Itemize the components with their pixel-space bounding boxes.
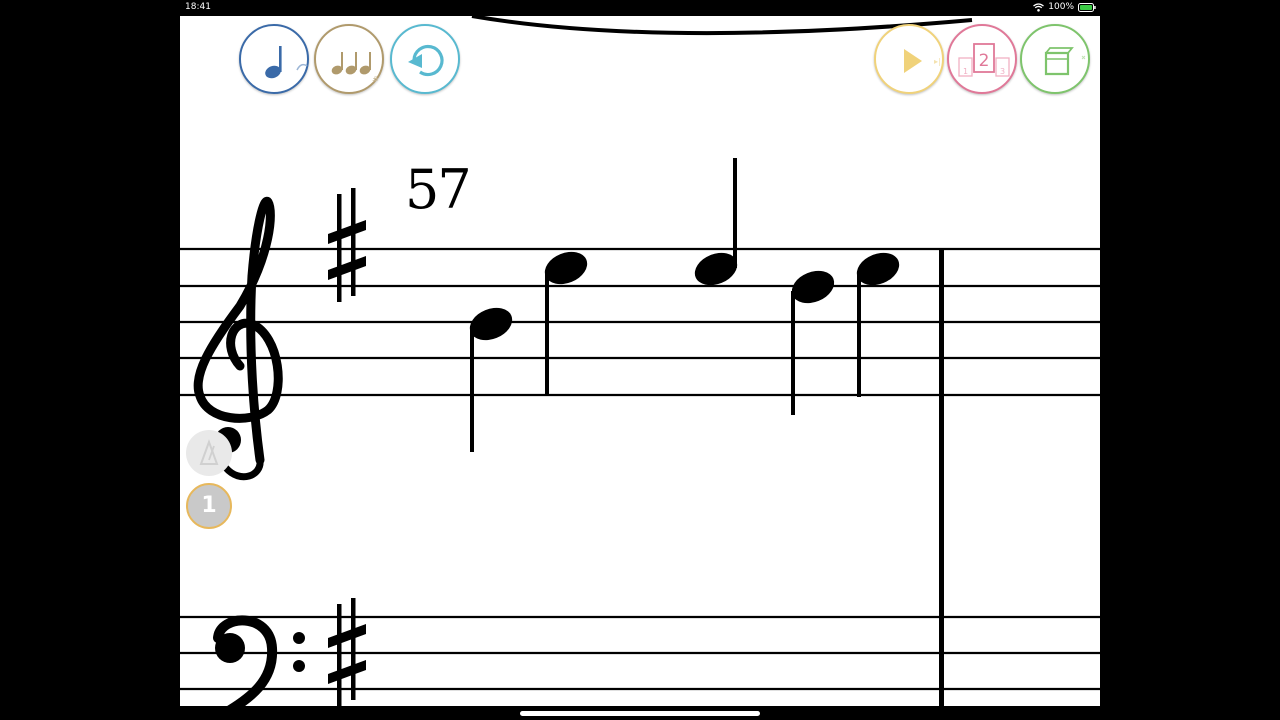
play-icon: ▸| bbox=[904, 49, 941, 73]
library-button[interactable] bbox=[1020, 24, 1090, 94]
pages-label-left: 1 bbox=[963, 67, 968, 76]
wifi-icon bbox=[1033, 2, 1045, 12]
play-button[interactable]: ▸| bbox=[874, 24, 944, 94]
three-notes-icon: # bbox=[331, 52, 379, 84]
music-staff bbox=[180, 16, 1100, 706]
status-right: 100% bbox=[1033, 2, 1096, 12]
battery-icon bbox=[1078, 2, 1096, 12]
undo-button[interactable] bbox=[390, 24, 460, 94]
status-bar: 18:41 100% bbox=[0, 0, 1280, 16]
rhythm-button[interactable]: # bbox=[314, 24, 384, 94]
quarter-note-icon bbox=[265, 46, 308, 79]
bass-clef-icon bbox=[213, 615, 305, 706]
voice-number: 1 bbox=[201, 493, 217, 518]
pages-label-right: 3 bbox=[1000, 67, 1005, 76]
pages-button[interactable]: 2 1 3 bbox=[947, 24, 1017, 94]
metronome-button[interactable] bbox=[186, 430, 232, 476]
svg-text:▸|: ▸| bbox=[934, 57, 941, 66]
undo-icon bbox=[408, 44, 444, 77]
battery-percent: 100% bbox=[1048, 2, 1074, 12]
notes bbox=[469, 158, 900, 452]
score-canvas[interactable]: 57 # ▸| 2 1 3 1 bbox=[180, 16, 1100, 706]
pages-icon: 2 1 3 bbox=[958, 43, 1010, 77]
pages-label-main: 2 bbox=[979, 51, 990, 71]
bass-staff-lines bbox=[180, 615, 1100, 691]
note-input-button[interactable] bbox=[239, 24, 309, 94]
barline bbox=[939, 249, 944, 706]
voice-badge[interactable]: 1 bbox=[186, 483, 232, 529]
status-time: 18:41 bbox=[185, 2, 211, 12]
treble-staff-lines bbox=[180, 247, 1100, 397]
book-icon bbox=[1044, 47, 1086, 76]
metronome-icon bbox=[199, 439, 219, 465]
home-indicator bbox=[520, 711, 760, 716]
measure-number: 57 bbox=[405, 158, 472, 221]
svg-text:#: # bbox=[372, 75, 379, 84]
